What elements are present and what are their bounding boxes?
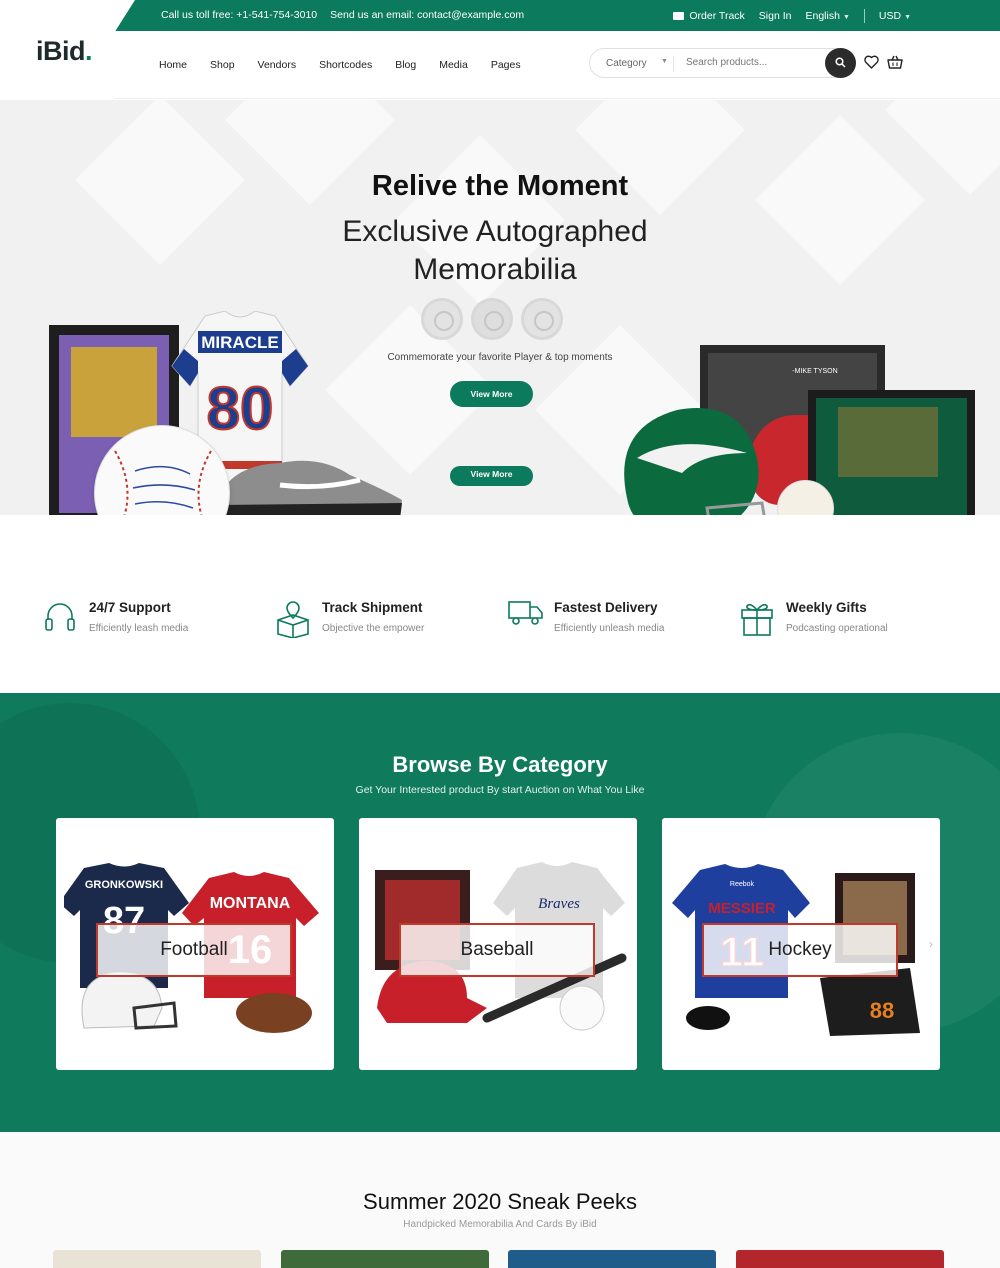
currency-select[interactable]: USD ▼	[879, 10, 911, 22]
feature-title: Weekly Gifts	[786, 600, 867, 615]
framed-photo	[71, 347, 157, 437]
view-more-button[interactable]: View More	[450, 381, 533, 407]
category-label: Hockey	[702, 923, 898, 977]
feature-title: Fastest Delivery	[554, 600, 658, 615]
nav-vendors[interactable]: Vendors	[258, 59, 297, 71]
wishlist-heart-icon[interactable]	[864, 55, 879, 69]
feature-title: 24/7 Support	[89, 600, 171, 615]
divider	[863, 9, 865, 23]
feature-subtitle: Efficiently leash media	[89, 623, 189, 634]
feature-title: Track Shipment	[322, 600, 423, 615]
toll-free-phone[interactable]: Call us toll free: +1-541-754-3010	[161, 9, 317, 21]
jersey-name: MONTANA	[210, 895, 291, 912]
hero-subtitle: Exclusive Autographed Memorabilia	[342, 215, 648, 286]
category-card-football[interactable]: GRONKOWSKI 87 MONTANA 16 Football	[56, 818, 334, 1070]
search-button[interactable]	[825, 48, 856, 78]
frame-caption: -MIKE TYSON	[792, 368, 837, 375]
category-select[interactable]: Category	[606, 58, 647, 69]
jersey-brand: Reebok	[730, 881, 755, 888]
product-card[interactable]	[508, 1250, 716, 1268]
cart-basket-icon[interactable]	[887, 55, 903, 69]
feature-subtitle: Objective the empower	[322, 623, 425, 634]
category-section-subtitle: Get Your Interested product By start Auc…	[355, 784, 645, 796]
search-input[interactable]	[686, 57, 816, 68]
jersey-name: GRONKOWSKI	[85, 879, 163, 891]
truck-icon	[508, 601, 543, 625]
nav-blog[interactable]: Blog	[395, 59, 416, 71]
chevron-down-icon: ▼	[904, 14, 911, 21]
truck-icon	[673, 12, 685, 20]
features-bar: 24/7 Support Efficiently leash media Tra…	[0, 515, 1000, 693]
order-track-link[interactable]: Order Track	[673, 10, 745, 22]
nav-shop[interactable]: Shop	[210, 59, 235, 71]
currency-value: USD	[878, 10, 902, 22]
glove-number: 88	[870, 998, 894, 1023]
logo-text: iBid	[36, 36, 86, 66]
jersey-name: Braves	[538, 896, 580, 912]
nav-home[interactable]: Home	[159, 59, 187, 71]
language-select[interactable]: English ▼	[806, 10, 850, 22]
site-logo[interactable]: iBid.	[36, 36, 93, 67]
category-section-title: Browse By Category	[392, 752, 608, 777]
sneak-peeks-section: Summer 2020 Sneak Peeks Handpicked Memor…	[0, 1132, 1000, 1268]
search-bar: Category ▼	[589, 48, 856, 78]
language-value: English	[805, 10, 840, 22]
chevron-right-icon[interactable]: ›	[929, 937, 933, 951]
divider	[673, 56, 674, 72]
logo-dot: .	[85, 36, 93, 66]
top-bar: Call us toll free: +1-541-754-3010 Send …	[0, 0, 1000, 31]
product-card[interactable]	[53, 1250, 261, 1268]
gift-icon	[741, 603, 773, 636]
order-track-label: Order Track	[689, 10, 745, 22]
hero-title: Relive the Moment	[371, 170, 629, 202]
contact-email[interactable]: Send us an email: contact@example.com	[330, 9, 524, 21]
category-label: Football	[96, 923, 292, 977]
nav-pages[interactable]: Pages	[491, 59, 521, 71]
jersey-name: MIRACLE	[201, 333, 278, 352]
authenticity-badge-icon	[421, 298, 463, 340]
chevron-down-icon: ▼	[661, 58, 668, 65]
hero-badges	[421, 298, 563, 340]
product-card[interactable]	[736, 1250, 944, 1268]
sneak-peeks-subtitle: Handpicked Memorabilia And Cards By iBid	[403, 1219, 597, 1230]
feature-subtitle: Podcasting operational	[786, 623, 888, 634]
certified-badge-icon	[471, 298, 513, 340]
chevron-down-icon: ▼	[842, 14, 850, 21]
view-more-button-secondary[interactable]: View More	[450, 466, 533, 486]
category-card-hockey[interactable]: Reebok MESSIER 11 88 Hockey	[662, 818, 940, 1070]
package-location-icon	[277, 601, 309, 638]
framed-photo	[838, 407, 938, 477]
jersey-name: MESSIER	[708, 900, 776, 917]
category-label: Baseball	[399, 923, 595, 977]
category-section: Browse By Category Get Your Interested p…	[0, 693, 1000, 1132]
headphones-icon	[45, 603, 75, 631]
main-nav: Home Shop Vendors Shortcodes Blog Media …	[159, 59, 544, 71]
product-card[interactable]	[281, 1250, 489, 1268]
search-icon	[835, 57, 846, 68]
nav-media[interactable]: Media	[439, 59, 468, 71]
authenticity-badge-icon	[521, 298, 563, 340]
sneak-peeks-title: Summer 2020 Sneak Peeks	[363, 1189, 637, 1214]
feature-subtitle: Efficiently unleash media	[554, 623, 665, 634]
sign-in-link[interactable]: Sign In	[759, 10, 792, 22]
nav-shortcodes[interactable]: Shortcodes	[319, 59, 372, 71]
category-card-baseball[interactable]: Braves Baseball	[359, 818, 637, 1070]
